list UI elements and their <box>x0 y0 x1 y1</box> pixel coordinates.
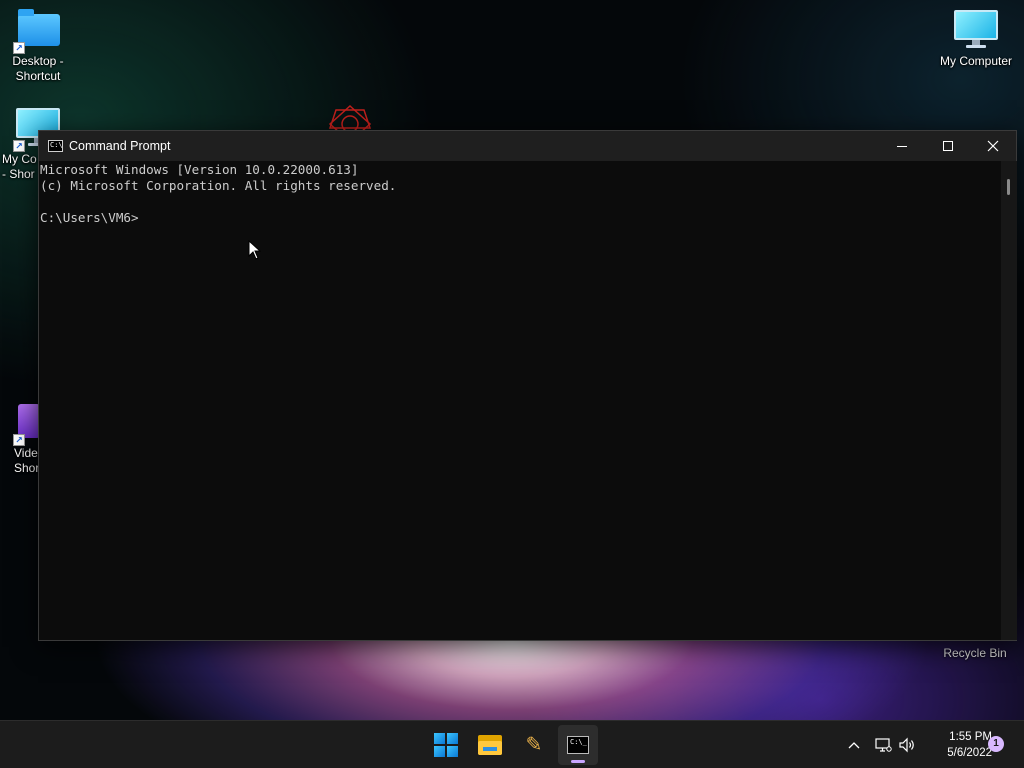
recycle-bin-label[interactable]: Recycle Bin <box>932 646 1018 660</box>
minimize-button[interactable] <box>879 131 925 161</box>
maximize-button[interactable] <box>925 131 971 161</box>
scrollbar-thumb[interactable] <box>1007 179 1010 195</box>
network-icon <box>875 738 892 752</box>
close-icon <box>987 140 999 152</box>
clock-date: 5/6/2022 <box>947 747 992 759</box>
volume-button[interactable] <box>895 721 919 768</box>
window-titlebar[interactable]: C:\ Command Prompt <box>39 131 1016 161</box>
console-line: (c) Microsoft Corporation. All rights re… <box>40 178 397 193</box>
my-computer-icon[interactable]: My Computer <box>936 10 1016 69</box>
start-button[interactable] <box>426 725 466 765</box>
command-prompt-taskbar-button[interactable]: C:\_ <box>558 725 598 765</box>
clock[interactable]: 1:55 PM 5/6/2022 <box>926 729 992 761</box>
desktop-shortcut-label: Desktop - Shortcut <box>12 54 64 83</box>
monitor-icon <box>954 10 998 50</box>
close-button[interactable] <box>970 131 1016 161</box>
network-button[interactable] <box>871 721 895 768</box>
console-prompt[interactable]: C:\Users\VM6> <box>40 210 1000 226</box>
notification-badge[interactable]: 1 <box>988 736 1004 752</box>
terminal-icon: C:\ <box>48 140 63 152</box>
console-line: Microsoft Windows [Version 10.0.22000.61… <box>40 162 359 177</box>
console-output[interactable]: Microsoft Windows [Version 10.0.22000.61… <box>39 161 1000 640</box>
window-title: Command Prompt <box>69 139 171 153</box>
windows-logo-icon <box>434 733 458 757</box>
my-computer-label: My Computer <box>939 54 1013 68</box>
file-explorer-button[interactable] <box>470 725 510 765</box>
taskbar: ✎ C:\_ 1:55 PM 5/6/2022 <box>0 720 1024 768</box>
speaker-icon <box>899 737 914 753</box>
active-indicator <box>571 760 585 763</box>
vertical-scrollbar[interactable] <box>1001 161 1017 640</box>
folder-icon: ↗ <box>13 9 60 54</box>
terminal-icon: C:\_ <box>567 736 589 754</box>
tools-icon: ✎ <box>525 734 543 756</box>
maximize-icon <box>943 141 953 151</box>
tools-button[interactable]: ✎ <box>514 725 554 765</box>
folder-icon <box>478 735 502 755</box>
desktop-shortcut-icon[interactable]: ↗ Desktop - Shortcut <box>0 9 76 84</box>
mouse-cursor-icon <box>248 240 262 260</box>
command-prompt-window[interactable]: C:\ Command Prompt Microsoft Windows [Ve… <box>38 130 1017 641</box>
minimize-icon <box>897 145 907 147</box>
show-hidden-icons-button[interactable] <box>842 721 866 768</box>
chevron-up-icon <box>848 742 860 749</box>
clock-time: 1:55 PM <box>949 731 992 743</box>
